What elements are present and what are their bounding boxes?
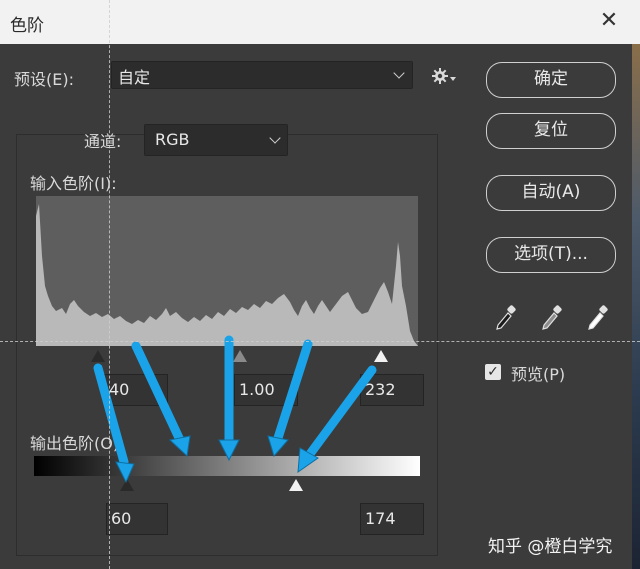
annotation-arrowhead bbox=[115, 461, 135, 484]
annotation-arrow bbox=[93, 363, 129, 467]
annotation-arrowhead bbox=[267, 435, 289, 458]
annotation-arrows bbox=[93, 335, 377, 484]
annotation-arrow bbox=[273, 339, 313, 443]
watermark: 知乎 @橙白学究 bbox=[488, 537, 613, 557]
annotation-arrow bbox=[305, 365, 377, 459]
guide-line-vertical bbox=[109, 0, 110, 569]
annotation-arrow bbox=[131, 341, 185, 445]
annotation-arrowhead bbox=[168, 435, 191, 458]
annotation-arrowhead bbox=[218, 439, 240, 462]
guide-line-horizontal bbox=[0, 341, 640, 342]
